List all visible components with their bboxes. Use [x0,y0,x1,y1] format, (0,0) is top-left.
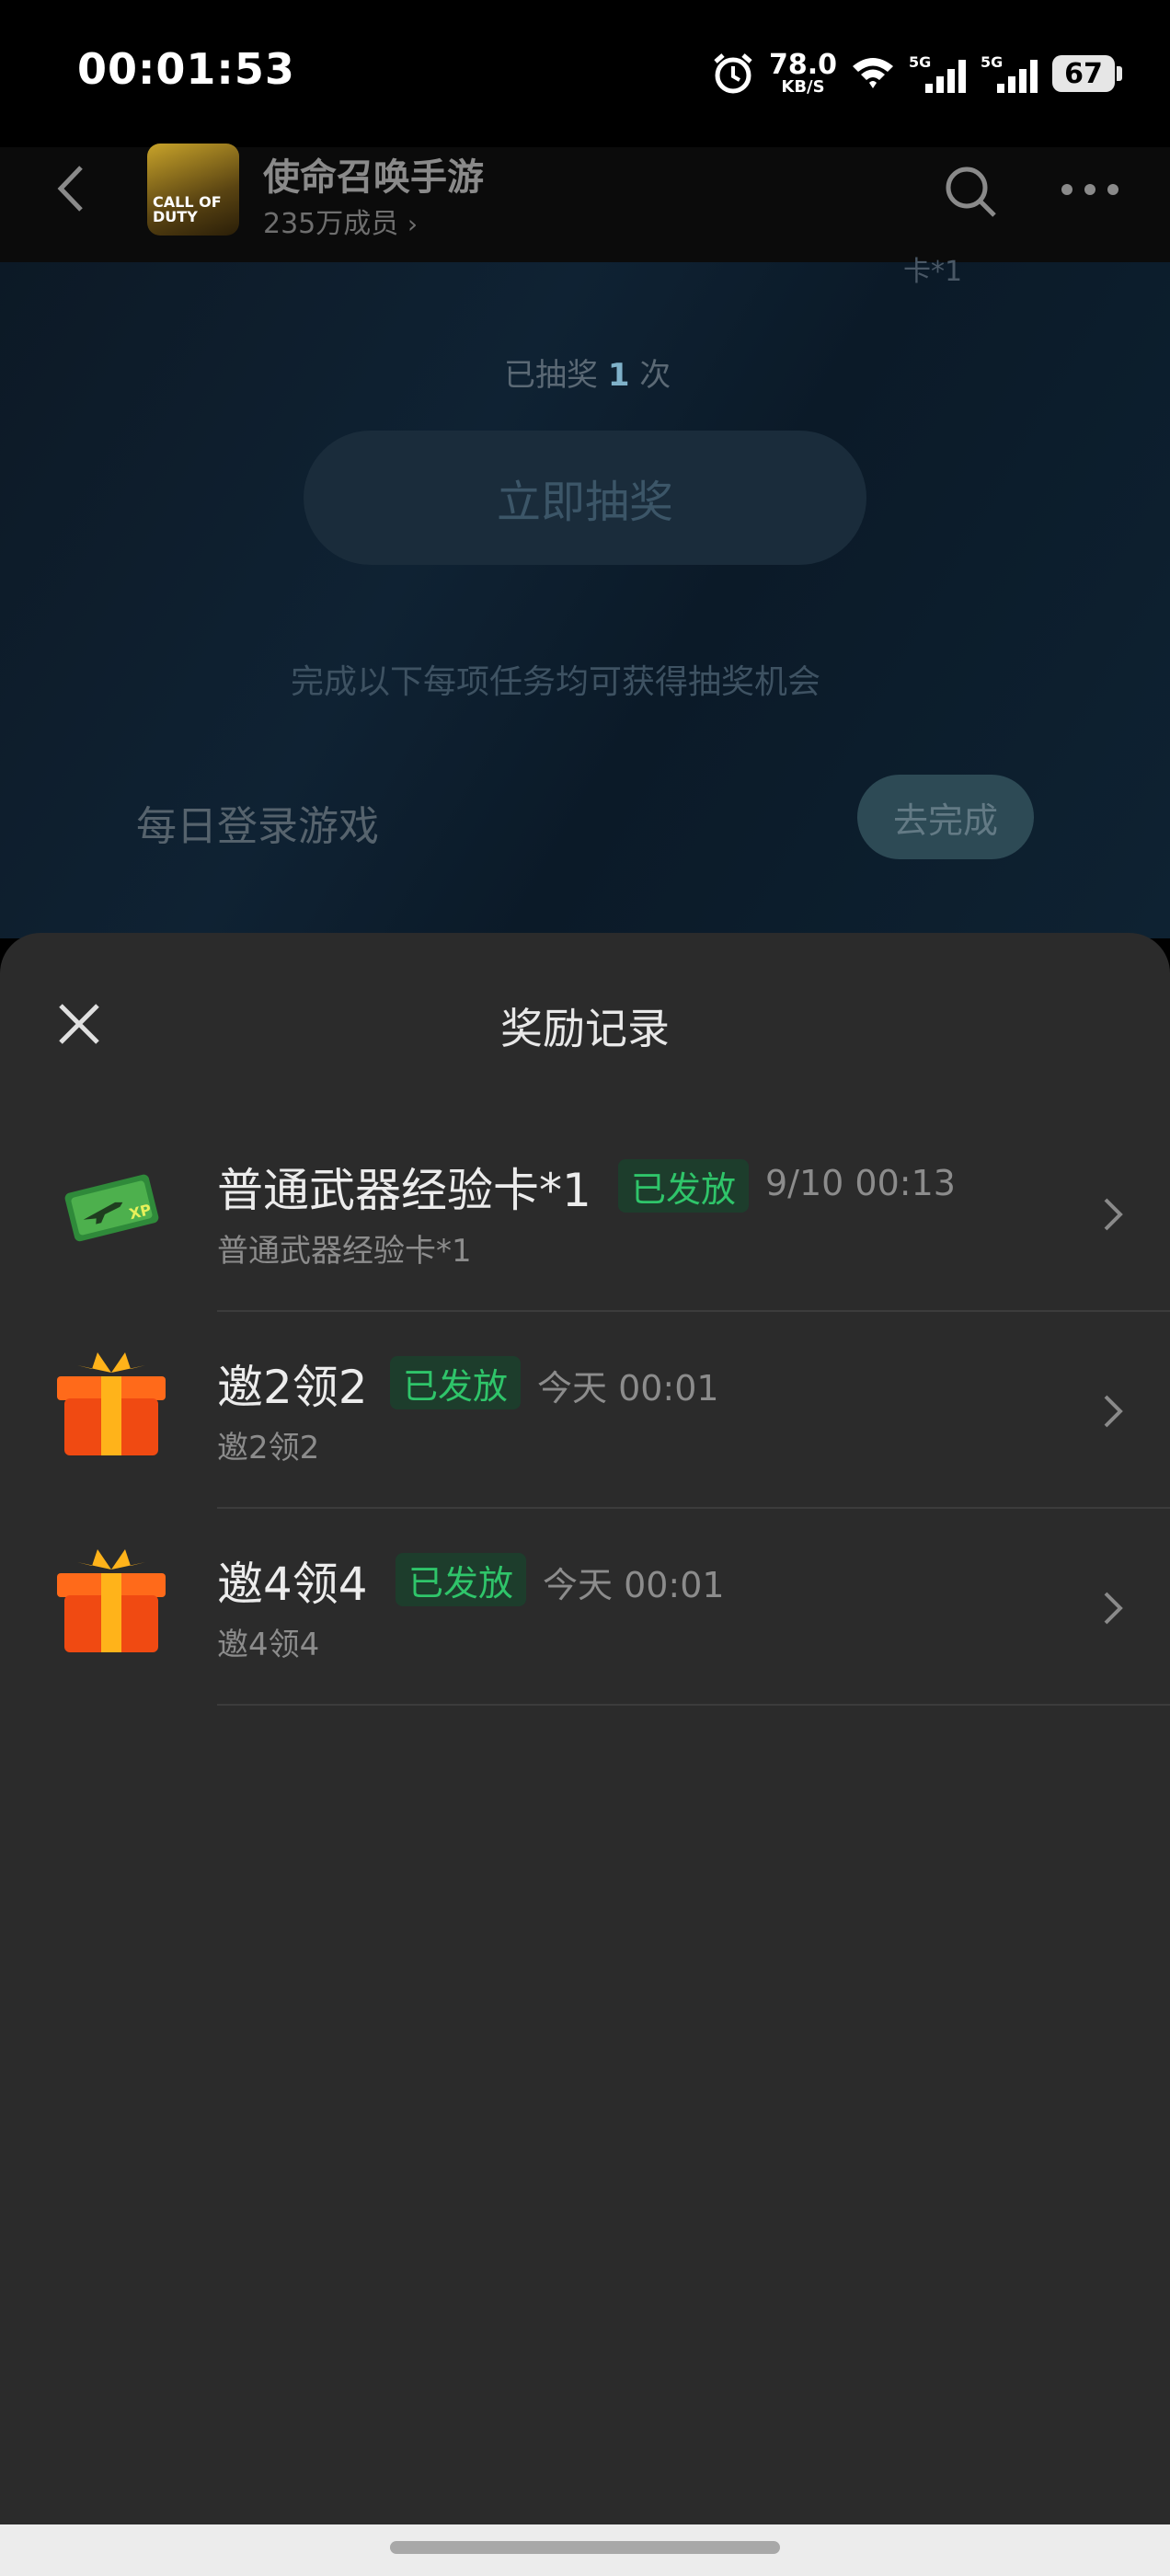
chevron-right-icon [1104,1592,1123,1625]
search-icon[interactable] [943,164,998,219]
sheet-title: 奖励记录 [500,1004,670,1053]
reward-name: 邀2领2 [217,1361,368,1414]
status-badge: 已发放 [390,1356,522,1409]
gift-box-icon [57,1352,166,1455]
status-time: 00:01:53 [77,44,295,94]
lottery-count-suffix: 次 [639,357,671,394]
signal-label-2: 5G [981,53,1003,71]
reward-description: 邀2领2 [217,1430,320,1466]
task-go-button[interactable]: 去完成 [857,775,1034,859]
member-count-text: 235万成员 [263,208,399,240]
reward-date: 今天 00:01 [537,1368,719,1409]
task-tip: 完成以下每项任务均可获得抽奖机会 [291,663,821,701]
group-logo[interactable]: CALL OF DUTY [147,144,239,236]
gift-box-icon [57,1549,166,1652]
divider [217,1704,1170,1706]
lottery-count-prefix: 已抽奖 [504,357,598,394]
network-speed: 78.0 KB/S [769,52,837,96]
task-daily-login: 每日登录游戏 [136,803,379,850]
cellular-signal-icon-2: 5G [981,53,1038,93]
more-icon[interactable] [1058,180,1122,199]
status-bar: 00:01:53 78.0 KB/S 5G 5G 67 [0,0,1170,147]
reward-date: 今天 00:01 [543,1565,725,1605]
reward-name: 普通武器经验卡*1 [217,1164,591,1217]
battery-icon: 67 [1052,55,1122,92]
chevron-right-icon [1104,1198,1123,1231]
reward-name: 邀4领4 [217,1558,368,1611]
status-icons: 78.0 KB/S 5G 5G 67 [710,46,1122,101]
network-speed-value: 78.0 [768,49,837,81]
cellular-signal-icon: 5G [909,53,966,93]
chevron-right-icon [1104,1395,1123,1428]
reward-date: 9/10 00:13 [765,1163,956,1203]
status-badge: 已发放 [618,1159,750,1213]
lottery-count: 已抽奖 1 次 [504,350,671,395]
wifi-icon [853,58,893,88]
home-indicator[interactable] [390,2541,780,2554]
reward-record-item[interactable]: 邀2领2 已发放 今天 00:01 邀2领2 [0,1312,1170,1509]
reward-description: 邀4领4 [217,1627,320,1663]
draw-now-button[interactable]: 立即抽奖 [304,431,866,565]
reward-record-item[interactable]: 邀4领4 已发放 今天 00:01 邀4领4 [0,1509,1170,1706]
group-name[interactable]: 使命召唤手游 [263,147,484,201]
back-arrow-icon[interactable] [48,166,94,212]
status-badge: 已发放 [396,1553,527,1606]
weapon-xp-card-icon: XP [64,1174,159,1242]
reward-record-item[interactable]: XP 普通武器经验卡*1 已发放 9/10 00:13 普通武器经验卡*1 [0,1115,1170,1312]
alarm-icon [714,53,752,94]
group-logo-text: CALL OF DUTY [153,193,222,225]
group-member-count[interactable]: 235万成员 › [263,201,418,241]
lottery-count-value: 1 [607,357,630,394]
chevron-right-icon: › [407,209,419,239]
background-reward-fragment: 卡*1 [903,256,963,288]
reward-description: 普通武器经验卡*1 [217,1233,472,1270]
signal-label-1: 5G [909,53,931,71]
network-speed-unit: KB/S [781,77,825,97]
